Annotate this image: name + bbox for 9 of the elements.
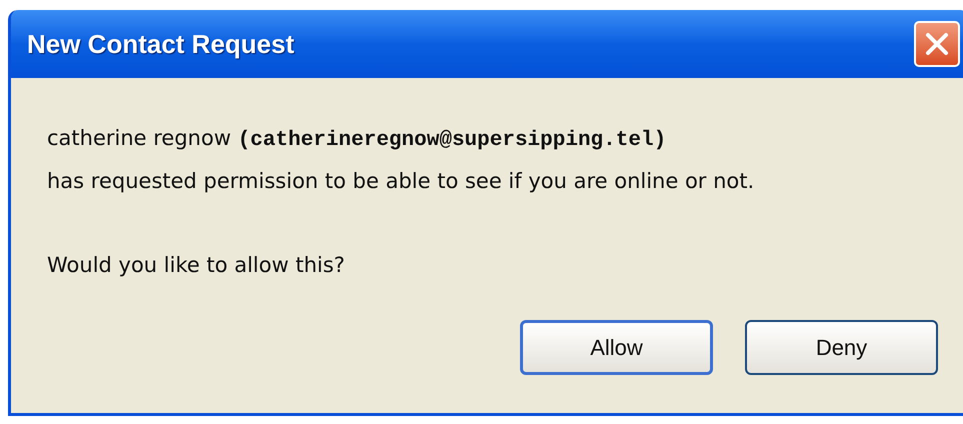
dialog-button[interactable]: Allow [520, 320, 713, 375]
dialog-button[interactable]: Deny [745, 320, 938, 375]
sender-name: catherine regnow [47, 126, 232, 150]
sender-email: (catherineregnow@supersipping.tel) [238, 129, 666, 152]
question-text: Would you like to allow this? [47, 252, 346, 279]
close-button[interactable] [914, 21, 960, 67]
window-title: New Contact Request [27, 28, 294, 60]
close-icon [924, 31, 950, 57]
permission-text: has requested permission to be able to see if you are online or not. [47, 168, 756, 195]
